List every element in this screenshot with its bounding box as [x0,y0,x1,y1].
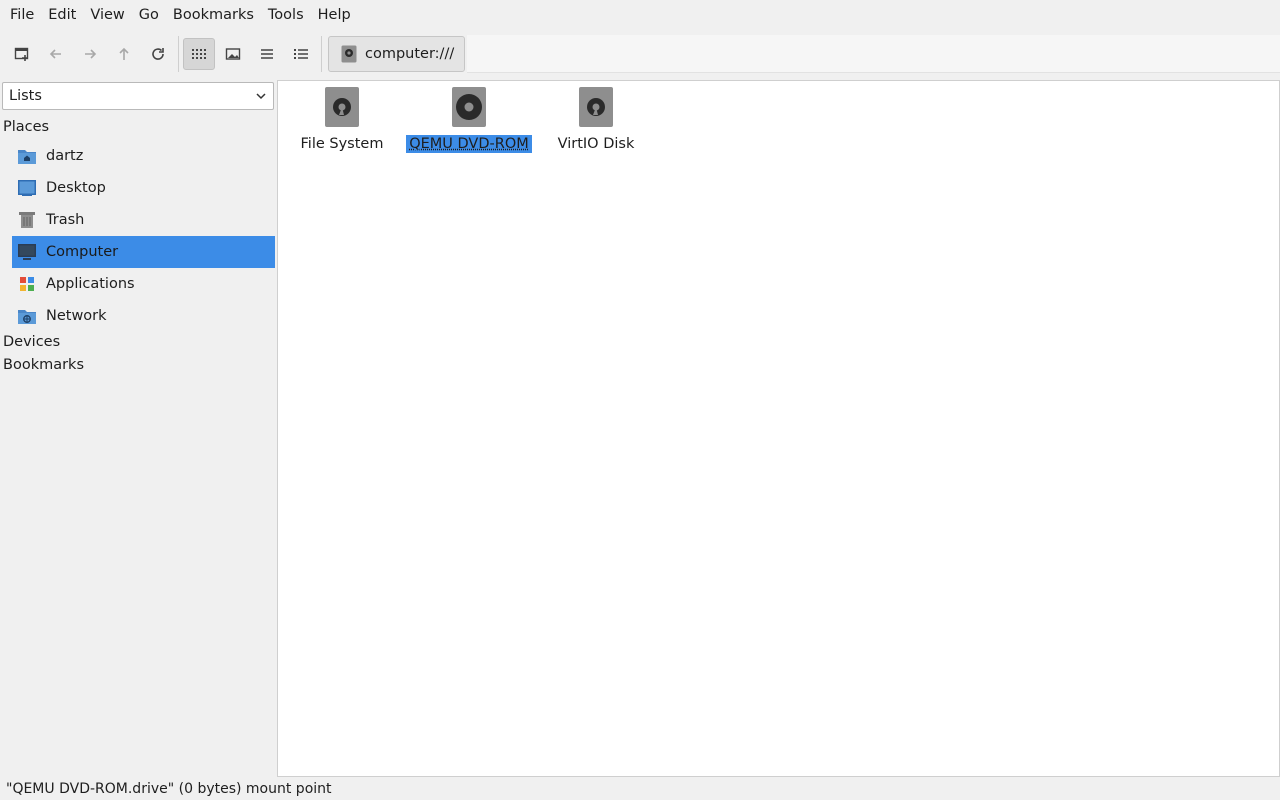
thumbnail-view-icon [225,48,241,60]
sidebar-item-desktop[interactable]: Desktop [12,172,275,204]
status-bar: "QEMU DVD-ROM.drive" (0 bytes) mount poi… [6,781,332,797]
up-button[interactable] [108,38,140,70]
optical-drive-icon [452,87,486,127]
forward-button[interactable] [74,38,106,70]
toolbar: computer:/// [0,32,1280,76]
menubar: File Edit View Go Bookmarks Tools Help [0,0,1280,30]
sidebar-item-network[interactable]: Network [12,300,275,332]
sidebar-view-selector-value: Lists [9,88,42,104]
drive-item-file-system[interactable]: File System [278,87,406,157]
harddisk-icon [579,87,613,127]
location-path-button[interactable]: computer:/// [328,36,466,72]
forward-arrow-icon [85,49,97,59]
sidebar-view-selector[interactable]: Lists [2,82,274,110]
chevron-down-icon [256,93,266,100]
drive-icon [341,45,357,63]
reload-icon [152,48,164,60]
location-bar[interactable] [467,35,1280,73]
icon-view-button[interactable] [183,38,215,70]
drive-item-virtio-disk[interactable]: VirtIO Disk [532,87,660,157]
menu-view[interactable]: View [83,0,131,30]
sidebar-item-label: Network [46,308,107,324]
back-button[interactable] [40,38,72,70]
sidebar-item-label: Desktop [46,180,106,196]
applications-icon [17,274,37,294]
new-tab-icon [14,47,29,61]
back-arrow-icon [49,49,61,59]
network-folder-icon [17,306,37,326]
menu-tools[interactable]: Tools [261,0,311,30]
compact-view-icon [261,49,273,59]
sidebar-item-computer[interactable]: Computer [12,236,275,268]
home-folder-icon [17,146,37,166]
up-arrow-icon [119,47,129,60]
computer-icon [17,242,37,262]
sidebar-item-applications[interactable]: Applications [12,268,275,300]
detailed-list-view-icon [294,49,308,59]
menu-bookmarks[interactable]: Bookmarks [166,0,261,30]
sidebar-item-label: dartz [46,148,84,164]
places-heading[interactable]: Places [3,119,49,135]
toolbar-separator [178,36,179,72]
drive-item-label: File System [300,136,384,152]
new-tab-button[interactable] [6,38,38,70]
menu-file[interactable]: File [3,0,41,30]
devices-heading[interactable]: Devices [3,334,60,350]
menu-help[interactable]: Help [311,0,358,30]
drive-item-qemu-dvd-rom[interactable]: QEMU DVD-ROM [405,87,533,157]
trash-icon [17,210,37,230]
sidebar-item-label: Computer [46,244,119,260]
sidebar-item-label: Trash [46,212,85,228]
icon-view-icon [192,49,206,59]
location-path-label: computer:/// [365,46,455,62]
sidebar-item-trash[interactable]: Trash [12,204,275,236]
thumbnail-view-button[interactable] [217,38,249,70]
harddisk-icon [325,87,359,127]
file-view[interactable]: File System QEMU DVD-ROM VirtIO Disk [277,80,1280,777]
compact-view-button[interactable] [251,38,283,70]
reload-button[interactable] [142,38,174,70]
sidebar-item-label: Applications [46,276,135,292]
drive-item-label: VirtIO Disk [557,136,635,152]
detailed-list-view-button[interactable] [285,38,317,70]
sidebar: Lists Places dartz Desktop Trash Compute… [0,80,276,776]
toolbar-separator [321,36,322,72]
bookmarks-heading[interactable]: Bookmarks [3,357,84,373]
menu-edit[interactable]: Edit [41,0,83,30]
menu-go[interactable]: Go [132,0,166,30]
drive-item-label: QEMU DVD-ROM [406,135,532,153]
desktop-icon [17,178,37,198]
sidebar-item-dartz[interactable]: dartz [12,140,275,172]
